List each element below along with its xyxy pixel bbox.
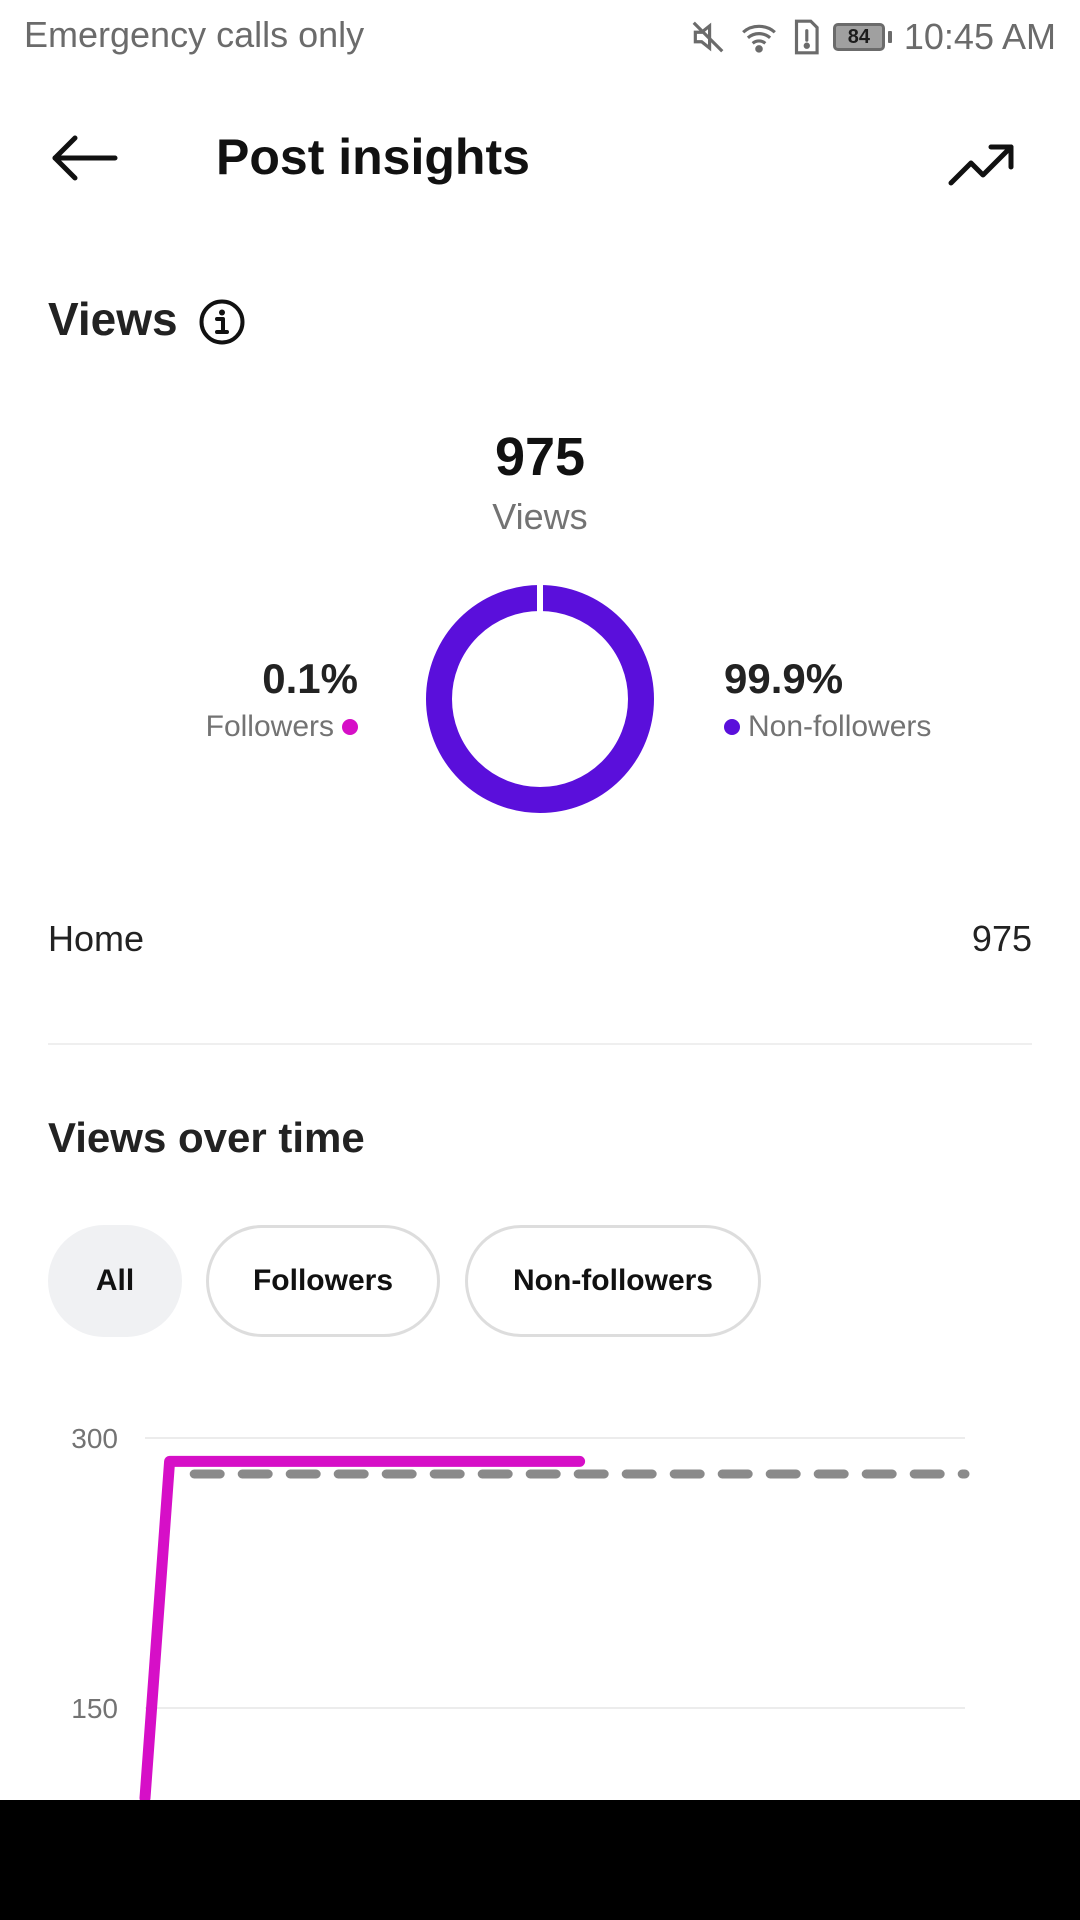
views-over-time-heading: Views over time — [48, 1114, 365, 1161]
info-icon[interactable] — [198, 298, 246, 346]
filter-chip-followers[interactable]: Followers — [206, 1225, 440, 1337]
followers-legend: Followers — [206, 710, 358, 744]
arrow-left-icon — [52, 135, 118, 181]
views-heading: Views — [48, 293, 178, 345]
followers-percentage: 0.1% — [262, 655, 358, 702]
back-button[interactable] — [42, 120, 126, 196]
y-tick-label: 300 — [71, 1423, 118, 1454]
non-followers-dot — [724, 719, 740, 735]
trend-button[interactable] — [940, 128, 1024, 204]
mute-icon — [692, 21, 724, 53]
donut-inner-cutout — [470, 624, 610, 774]
battery-icon: 84 — [832, 23, 892, 51]
non-followers-legend: Non-followers — [724, 710, 931, 744]
followers-label: Followers — [205, 710, 334, 743]
wifi-icon — [741, 24, 776, 53]
filter-chip-non-followers[interactable]: Non-followers — [465, 1225, 761, 1337]
filter-chip-all[interactable]: All — [48, 1225, 182, 1337]
battery-level: 84 — [832, 23, 885, 51]
status-time: 10:45 AM — [903, 16, 1056, 57]
navigation-bar — [0, 1800, 1080, 1920]
trending-up-icon — [948, 144, 1014, 186]
donut-gap — [537, 584, 543, 624]
source-label: Home — [48, 918, 145, 959]
sim-alert-icon — [794, 19, 819, 55]
page-title: Post insights — [216, 129, 530, 185]
divider — [48, 1043, 1032, 1045]
series-line-solid — [139, 1455, 586, 1800]
source-row-home: Home 975 — [48, 918, 1032, 960]
non-followers-percentage: 99.9% — [724, 655, 844, 702]
status-carrier: Emergency calls only — [24, 14, 365, 55]
views-over-time-chart: 300 150 — [71, 1423, 970, 1800]
non-followers-label: Non-followers — [748, 710, 932, 743]
source-value: 975 — [971, 918, 1032, 959]
status-icons: 84 10:45 AM — [689, 14, 1056, 60]
total-views-number: 975 — [494, 427, 586, 487]
y-tick-label: 150 — [71, 1693, 118, 1724]
followers-dot — [342, 719, 358, 735]
total-views-label: Views — [492, 496, 588, 537]
views-donut-chart — [426, 584, 654, 813]
